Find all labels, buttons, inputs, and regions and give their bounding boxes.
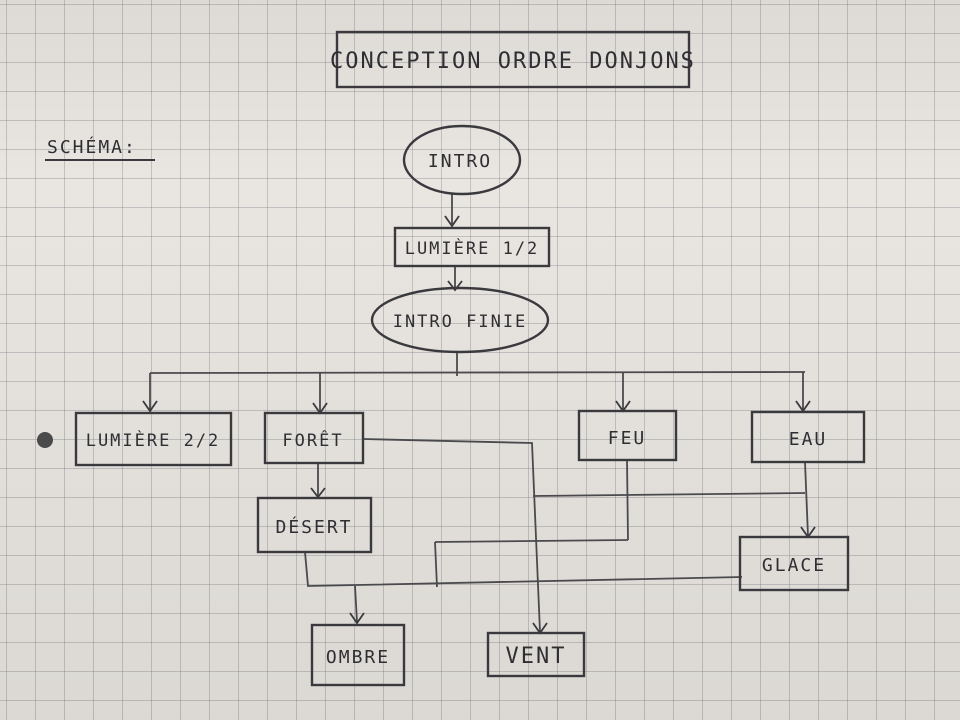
connectors bbox=[142, 193, 816, 635]
title-box: CONCEPTION ORDRE DONJONS bbox=[330, 30, 696, 89]
node-ombre-label: OMBRE bbox=[326, 647, 390, 668]
node-glace: GLACE bbox=[738, 535, 850, 592]
node-lumiere-2-label: LUMIÈRE 2/2 bbox=[86, 429, 221, 451]
node-ombre: OMBRE bbox=[310, 623, 406, 687]
title-text: CONCEPTION ORDRE DONJONS bbox=[330, 49, 696, 74]
node-intro-finie-label: INTRO FINIE bbox=[393, 312, 528, 332]
node-feu: FEU bbox=[577, 409, 678, 462]
node-eau-label: EAU bbox=[789, 429, 828, 450]
node-feu-label: FEU bbox=[608, 428, 647, 449]
node-eau: EAU bbox=[750, 410, 866, 464]
node-lumiere-2: LUMIÈRE 2/2 bbox=[74, 411, 233, 467]
flowchart: CONCEPTION ORDRE DONJONS SCHÉMA: INTRO L… bbox=[45, 30, 866, 687]
node-intro: INTRO bbox=[402, 124, 522, 196]
node-desert-label: DÉSERT bbox=[275, 516, 352, 538]
node-intro-label: INTRO bbox=[428, 151, 492, 172]
node-intro-finie: INTRO FINIE bbox=[370, 286, 550, 354]
node-vent: VENT bbox=[486, 631, 586, 678]
node-vent-label: VENT bbox=[506, 644, 567, 669]
node-lumiere-1: LUMIÈRE 1/2 bbox=[393, 226, 551, 268]
node-lumiere-1-label: LUMIÈRE 1/2 bbox=[405, 237, 540, 259]
node-desert: DÉSERT bbox=[256, 496, 373, 554]
section-label: SCHÉMA: bbox=[45, 136, 155, 161]
node-foret-label: FORÊT bbox=[282, 429, 343, 451]
node-foret: FORÊT bbox=[263, 411, 365, 465]
node-glace-label: GLACE bbox=[762, 555, 826, 576]
section-label-text: SCHÉMA: bbox=[47, 136, 137, 158]
